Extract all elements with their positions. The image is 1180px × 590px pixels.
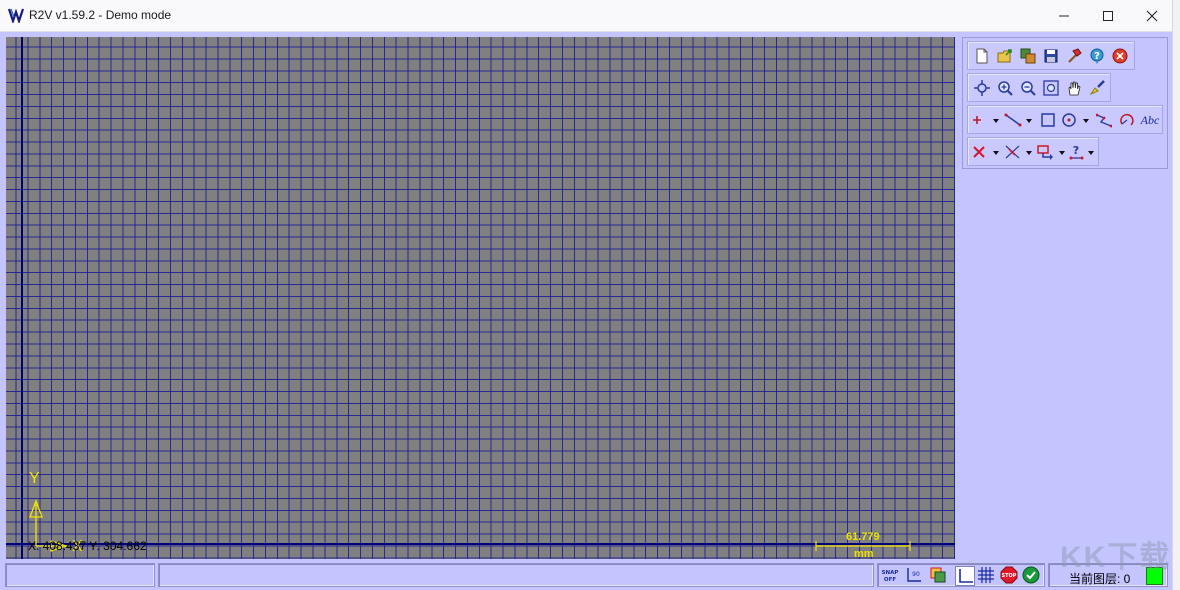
window-title: R2V v1.59.2 - Demo mode (29, 8, 172, 22)
import-icon (1020, 48, 1036, 64)
pan-button[interactable] (1064, 78, 1084, 98)
zoom-fit-icon (1043, 80, 1059, 96)
move-icon (1037, 145, 1065, 160)
maximize-button[interactable] (1086, 0, 1130, 31)
zoom-fit-button[interactable] (1041, 78, 1061, 98)
arc-icon (1120, 113, 1134, 126)
arc-tool-button[interactable] (1117, 110, 1137, 130)
close-button[interactable] (1130, 0, 1174, 31)
zoom-in-icon (998, 81, 1013, 96)
svg-text:?: ? (1094, 51, 1100, 62)
checkmark-icon (1022, 566, 1040, 584)
ortho-toggle-button[interactable]: 90 (905, 566, 923, 584)
trim-tool-button[interactable] (1003, 142, 1035, 162)
zoom-out-button[interactable] (1018, 78, 1038, 98)
tools-button[interactable] (1064, 46, 1084, 66)
center-icon (974, 80, 990, 96)
point-tool-button[interactable] (970, 110, 1002, 130)
query-icon: ? (1069, 144, 1094, 160)
scale-value: 61.779 (846, 531, 880, 543)
watermark: KK下载 (1060, 541, 1172, 574)
draw-toolbar: Abc (967, 105, 1163, 134)
message-panel (158, 563, 874, 587)
grid-toggle-button[interactable] (977, 566, 995, 584)
minimize-icon (1059, 15, 1069, 16)
new-file-button[interactable] (972, 46, 992, 66)
move-tool-button[interactable] (1036, 142, 1068, 162)
trim-icon (1005, 145, 1032, 159)
stop-icon: STOP (1000, 566, 1018, 584)
tool-panel: ? Abc ? (962, 37, 1168, 169)
axis-icon (959, 569, 973, 583)
svg-text:OFF: OFF (884, 577, 896, 583)
zoom-in-button[interactable] (995, 78, 1015, 98)
brush-icon (1089, 80, 1105, 96)
cursor-coordinates: X: 408.437 Y: 304.662 (28, 539, 147, 553)
exit-button[interactable] (1110, 46, 1130, 66)
text-icon: Abc (1140, 112, 1160, 127)
zoom-out-icon (1021, 81, 1036, 96)
y-axis-label: Y (29, 470, 40, 487)
rectangle-icon (1041, 113, 1055, 127)
rectangle-tool-button[interactable] (1038, 110, 1058, 130)
axis-toggle-button[interactable] (955, 566, 975, 586)
brush-button[interactable] (1087, 78, 1107, 98)
circle-tool-button[interactable] (1060, 110, 1092, 130)
minimize-button[interactable] (1042, 0, 1086, 31)
ok-button[interactable] (1022, 566, 1040, 584)
help-icon: ? (1090, 48, 1104, 64)
line-tool-button[interactable] (1003, 110, 1035, 130)
client-area: Y X 61.779 mm ? Abc ? (0, 32, 1172, 590)
exit-icon (1112, 48, 1128, 64)
svg-text:?: ? (1073, 144, 1079, 157)
open-folder-icon (997, 49, 1012, 63)
delete-icon (973, 146, 999, 158)
layers-icon (930, 567, 946, 583)
close-icon (1146, 10, 1158, 21)
polyline-icon (1096, 113, 1112, 128)
new-file-icon (976, 48, 988, 64)
save-button[interactable] (1041, 46, 1061, 66)
save-icon (1044, 49, 1058, 63)
import-button[interactable] (1018, 46, 1038, 66)
edit-toolbar: ? (967, 137, 1099, 166)
scale-unit: mm (854, 548, 874, 559)
stop-button[interactable]: STOP (1000, 566, 1018, 584)
maximize-icon (1103, 10, 1113, 21)
svg-text:STOP: STOP (1002, 573, 1017, 579)
coordinates-panel (5, 563, 155, 587)
circle-icon (1062, 113, 1089, 127)
view-toolbar (967, 73, 1111, 102)
background-window-edge (1172, 0, 1180, 590)
svg-text:90: 90 (912, 571, 920, 578)
angle-90-icon: 90 (907, 568, 921, 582)
grid-icon (978, 567, 994, 583)
drawing-canvas[interactable]: Y X 61.779 mm (6, 37, 955, 559)
snap-off-icon: SNAP OFF (882, 570, 899, 583)
file-toolbar: ? (967, 41, 1135, 70)
layer-view-button[interactable] (929, 566, 947, 584)
open-button[interactable] (995, 46, 1015, 66)
pan-hand-icon (1068, 81, 1081, 96)
canvas-overlay (6, 37, 955, 559)
app-logo-icon (8, 8, 24, 23)
text-tool-button[interactable]: Abc (1139, 110, 1161, 130)
query-tool-button[interactable]: ? (1069, 142, 1097, 162)
svg-text:SNAP: SNAP (882, 570, 899, 576)
polyline-tool-button[interactable] (1094, 110, 1114, 130)
snap-toggle-button[interactable]: SNAP OFF (881, 566, 899, 584)
center-button[interactable] (972, 78, 992, 98)
line-icon (1004, 113, 1032, 127)
point-icon (973, 116, 999, 124)
title-bar: R2V v1.59.2 - Demo mode (0, 0, 1172, 32)
delete-tool-button[interactable] (970, 142, 1002, 162)
status-bar (0, 559, 1172, 590)
hammer-icon (1068, 48, 1082, 63)
help-button[interactable]: ? (1087, 46, 1107, 66)
